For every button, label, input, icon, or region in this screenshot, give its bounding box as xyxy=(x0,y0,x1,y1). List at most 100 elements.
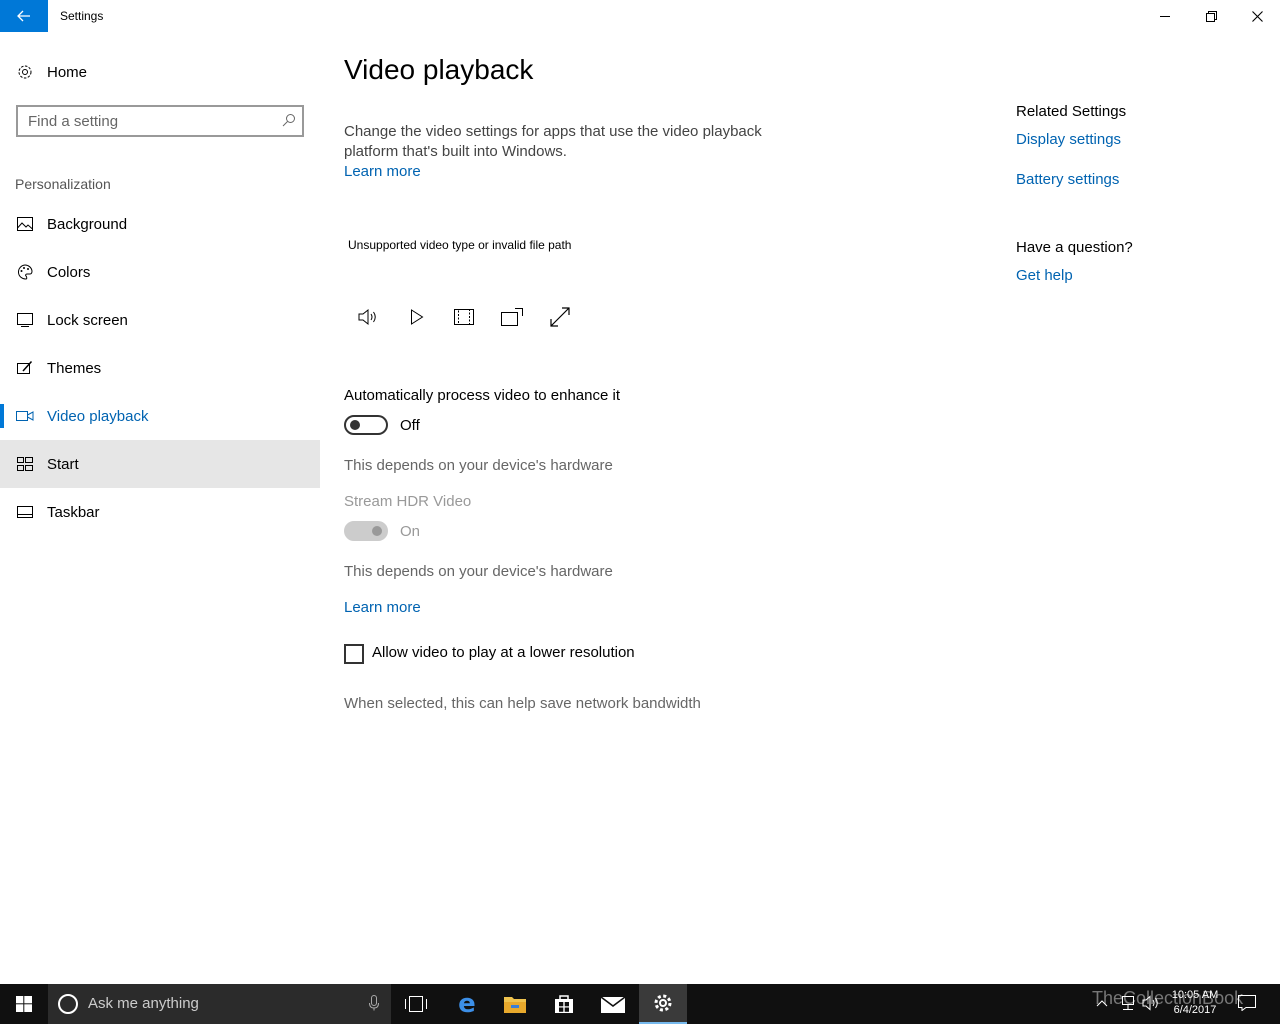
microphone-icon[interactable] xyxy=(369,995,379,1016)
auto-process-title: Automatically process video to enhance i… xyxy=(344,387,620,404)
back-button[interactable] xyxy=(0,0,48,32)
sidebar-item-colors[interactable]: Colors xyxy=(0,248,320,296)
hdr-state: On xyxy=(400,523,421,540)
sidebar-item-video-playback[interactable]: Video playback xyxy=(0,392,320,440)
close-button[interactable] xyxy=(1234,0,1280,32)
description-text: Change the video settings for apps that … xyxy=(344,123,762,160)
section-label: Personalization xyxy=(15,176,111,192)
auto-process-state: Off xyxy=(400,417,420,434)
sidebar-item-label: Video playback xyxy=(47,407,149,425)
sidebar-item-label: Lock screen xyxy=(47,311,128,329)
cast-button[interactable] xyxy=(499,304,525,330)
sidebar-item-start[interactable]: Start xyxy=(0,440,320,488)
aspect-ratio-icon xyxy=(454,309,474,325)
play-icon xyxy=(411,309,424,325)
clock[interactable]: 10:05 AM 6/4/2017 xyxy=(1160,988,1230,1018)
page-title: Video playback xyxy=(344,54,534,85)
sidebar-item-themes[interactable]: Themes xyxy=(0,344,320,392)
action-center-icon[interactable] xyxy=(1238,995,1256,1016)
store-icon xyxy=(555,995,573,1013)
show-hidden-icons-icon[interactable] xyxy=(1096,995,1108,1013)
fullscreen-icon xyxy=(550,307,570,327)
back-arrow-icon xyxy=(17,10,30,22)
sidebar-item-taskbar[interactable]: Taskbar xyxy=(0,488,320,536)
minimize-icon xyxy=(1160,16,1170,17)
clock-time: 10:05 AM xyxy=(1171,989,1219,1001)
file-explorer-button[interactable] xyxy=(491,984,539,1024)
task-view-icon xyxy=(405,996,427,1012)
palette-icon xyxy=(16,263,34,281)
taskbar: Ask me anything e TheCollectionBook 10:0… xyxy=(0,984,1280,1024)
video-icon xyxy=(16,407,34,425)
sidebar: Home Personalization Background Colors L… xyxy=(0,32,320,984)
learn-more-link[interactable]: Learn more xyxy=(344,163,421,180)
close-icon xyxy=(1251,10,1263,22)
lock-screen-icon xyxy=(16,311,34,329)
hdr-hint: This depends on your device's hardware xyxy=(344,563,613,580)
title-bar: Settings xyxy=(0,0,1280,32)
mail-icon xyxy=(601,996,625,1013)
brush-icon xyxy=(16,359,34,377)
folder-icon xyxy=(504,997,526,1013)
network-icon[interactable] xyxy=(1120,995,1136,1016)
auto-process-hint: This depends on your device's hardware xyxy=(344,457,613,474)
sidebar-item-background[interactable]: Background xyxy=(0,200,320,248)
play-button[interactable] xyxy=(404,304,430,330)
aspect-ratio-button[interactable] xyxy=(451,304,477,330)
sidebar-item-label: Background xyxy=(47,215,128,233)
picture-icon xyxy=(16,215,34,233)
auto-process-toggle[interactable] xyxy=(344,415,388,435)
restore-icon xyxy=(1205,10,1217,22)
toggle-knob xyxy=(350,420,360,430)
sidebar-item-lock-screen[interactable]: Lock screen xyxy=(0,296,320,344)
active-indicator xyxy=(0,404,4,428)
mail-button[interactable] xyxy=(589,984,637,1024)
search-icon[interactable] xyxy=(282,113,296,132)
lower-resolution-label[interactable]: Allow video to play at a lower resolutio… xyxy=(372,644,635,661)
get-help-link[interactable]: Get help xyxy=(1016,267,1073,284)
display-settings-link[interactable]: Display settings xyxy=(1016,131,1121,148)
settings-taskbar-button[interactable] xyxy=(639,984,687,1024)
question-heading: Have a question? xyxy=(1016,239,1133,256)
start-icon xyxy=(16,455,34,473)
cortana-icon xyxy=(58,994,78,1014)
store-button[interactable] xyxy=(540,984,588,1024)
sidebar-item-label: Themes xyxy=(47,359,102,377)
volume-icon xyxy=(358,308,376,326)
window-title: Settings xyxy=(60,9,104,23)
fullscreen-button[interactable] xyxy=(547,304,573,330)
clock-date: 6/4/2017 xyxy=(1173,1004,1217,1016)
cast-icon xyxy=(501,308,523,326)
battery-settings-link[interactable]: Battery settings xyxy=(1016,171,1119,188)
search-box[interactable] xyxy=(16,105,304,137)
sidebar-item-label: Colors xyxy=(47,263,91,281)
windows-logo-icon xyxy=(16,996,32,1012)
sidebar-item-home[interactable]: Home xyxy=(0,48,320,96)
gear-icon xyxy=(654,994,672,1012)
restore-button[interactable] xyxy=(1188,0,1234,32)
volume-button[interactable] xyxy=(355,304,381,330)
lower-resolution-hint: When selected, this can help save networ… xyxy=(344,695,701,712)
lower-resolution-checkbox[interactable] xyxy=(344,644,364,664)
cortana-search-text: Ask me anything xyxy=(88,995,199,1012)
volume-tray-icon[interactable] xyxy=(1142,995,1160,1016)
related-settings-heading: Related Settings xyxy=(1016,103,1127,120)
start-button[interactable] xyxy=(0,984,48,1024)
hdr-title: Stream HDR Video xyxy=(344,493,472,510)
sidebar-item-label: Start xyxy=(47,455,79,473)
page-description: Change the video settings for apps that … xyxy=(344,122,774,182)
cortana-search-box[interactable]: Ask me anything xyxy=(48,984,391,1024)
edge-icon: e xyxy=(458,989,476,1019)
taskbar-icon xyxy=(16,503,34,521)
hdr-toggle xyxy=(344,521,388,541)
sidebar-item-label: Taskbar xyxy=(47,503,100,521)
gear-icon xyxy=(16,63,34,81)
search-input[interactable] xyxy=(18,107,268,135)
minimize-button[interactable] xyxy=(1142,0,1188,32)
task-view-button[interactable] xyxy=(392,984,440,1024)
toggle-knob xyxy=(372,526,382,536)
sidebar-item-label: Home xyxy=(47,63,88,81)
hdr-learn-more-link[interactable]: Learn more xyxy=(344,599,421,616)
video-error-message: Unsupported video type or invalid file p… xyxy=(348,238,572,252)
edge-button[interactable]: e xyxy=(443,984,491,1024)
